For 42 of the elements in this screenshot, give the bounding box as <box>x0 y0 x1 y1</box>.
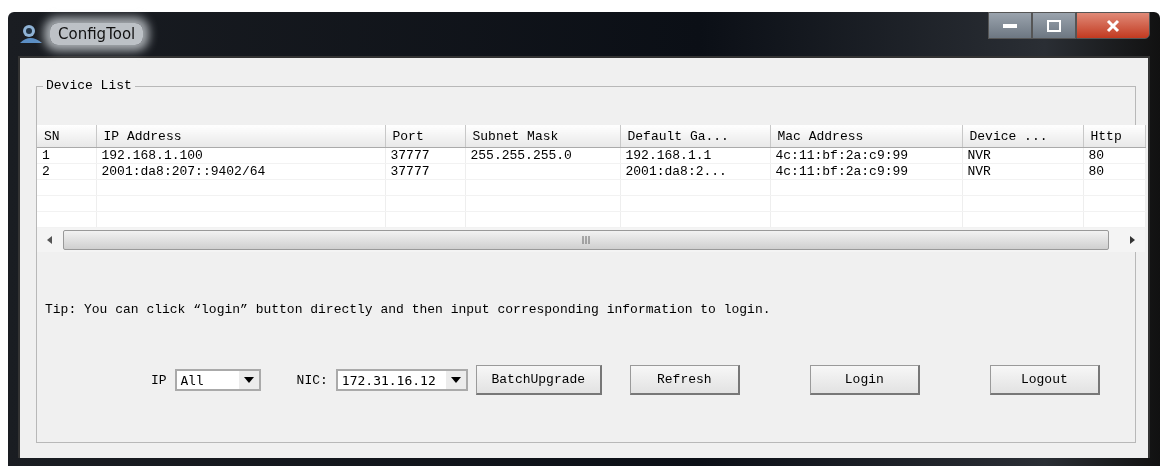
selector-label: NIC: <box>296 372 328 388</box>
action-button[interactable]: Refresh <box>629 365 740 395</box>
table-cell: 37777 <box>385 147 465 164</box>
grip-icon <box>581 236 591 244</box>
selector-label: IP <box>151 372 167 388</box>
column-header[interactable]: Mac Address <box>770 125 962 148</box>
table-cell: 4c:11:bf:2a:c9:99 <box>770 163 962 180</box>
minimize-button[interactable] <box>988 12 1032 39</box>
window-title: ConfigTool <box>50 23 144 45</box>
close-icon <box>1106 18 1120 33</box>
column-header[interactable]: Subnet Mask <box>465 125 620 148</box>
column-header[interactable]: SN <box>37 125 96 148</box>
table-cell: NVR <box>962 163 1083 180</box>
table-cell: 255.255.255.0 <box>465 147 620 164</box>
table-cell: 80 <box>1083 147 1145 164</box>
minimize-icon <box>1003 22 1017 29</box>
action-button[interactable]: BatchUpgrade <box>475 365 602 395</box>
maximize-button[interactable] <box>1032 12 1076 39</box>
table-cell: NVR <box>962 147 1083 164</box>
tip-text: Tip: You can click “login” button directly and then input corresponding information to login. <box>45 302 772 317</box>
dropdown[interactable]: All <box>174 369 261 391</box>
dropdown[interactable]: 172.31.16.12 <box>335 369 468 391</box>
table-cell: 192.168.1.1 <box>620 147 770 164</box>
app-icon <box>18 23 44 45</box>
table-cell: 192.168.1.100 <box>96 147 385 164</box>
table-cell: 2001:da8:2... <box>620 163 770 180</box>
scrollbar-thumb[interactable] <box>63 230 1109 250</box>
table-cell: 2 <box>37 163 96 180</box>
table-cell: 4c:11:bf:2a:c9:99 <box>770 147 962 164</box>
column-header[interactable]: Device ... <box>962 125 1083 148</box>
column-header[interactable]: Http <box>1083 125 1145 148</box>
table-cell: 80 <box>1083 163 1145 180</box>
column-header[interactable]: IP Address <box>96 125 385 148</box>
close-button[interactable] <box>1076 12 1150 39</box>
column-header[interactable]: Default Ga... <box>620 125 770 148</box>
action-button[interactable]: Logout <box>989 365 1100 395</box>
table-cell: 1 <box>37 147 96 164</box>
action-button[interactable]: Login <box>809 365 920 395</box>
table-cell: 37777 <box>385 163 465 180</box>
table-cell: 2001:da8:207::9402/64 <box>96 163 385 180</box>
column-header[interactable]: Port <box>385 125 465 148</box>
maximize-icon <box>1047 19 1061 32</box>
